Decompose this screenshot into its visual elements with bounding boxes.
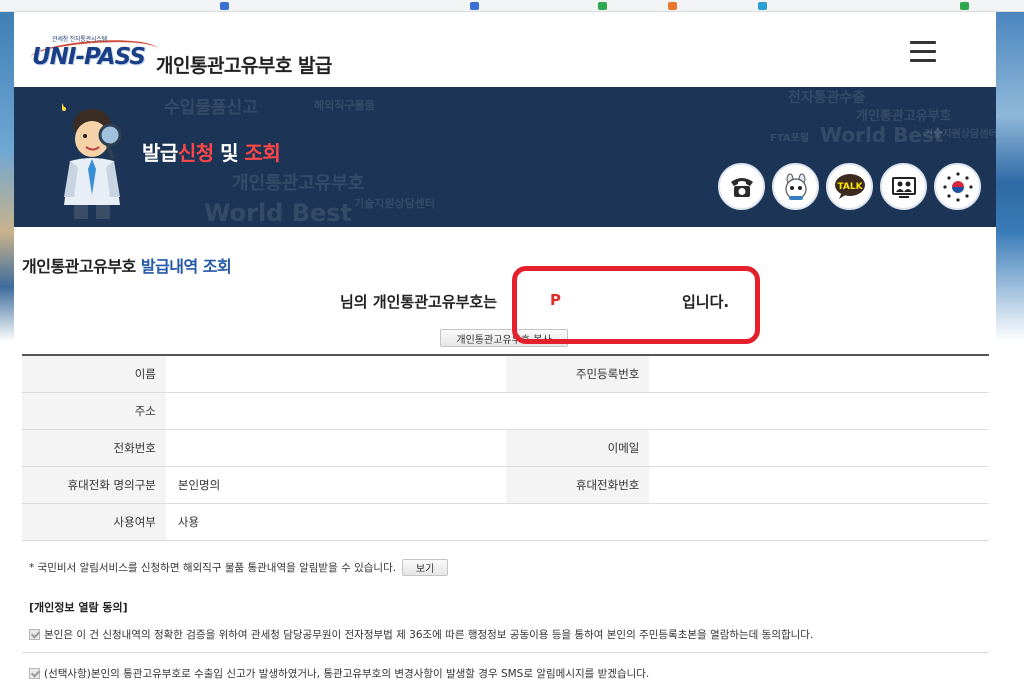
banner-watermark: 기술지원상담센터 [354,197,435,210]
banner-watermark: 해외직구물품 [314,99,375,112]
banner-watermark: 수입물품신고 [164,98,258,118]
table-row: 주소 [22,392,989,430]
mobile-type-value: 본인명의 [165,466,506,504]
customs-code-value[interactable]: P [550,291,561,309]
banner-title-part: 신청 [177,141,214,165]
applicant-info-table: 이름 주민등록번호 주소 전화번호 이메일 휴대전화 명의구분 본인명의 휴대전… [22,354,989,541]
bookmark-icon[interactable] [960,2,969,10]
banner-title: 발급신청 및 조회 [142,137,281,166]
background-right [996,12,1024,699]
background-left [0,12,14,699]
mobile-type-label: 휴대전화 명의구분 [22,466,166,504]
chatbot-icon[interactable] [772,163,819,210]
banner-title-part: 발급 [142,141,178,165]
phone-label: 전화번호 [22,429,166,467]
phone-value [165,429,506,467]
quick-icon-row: TALK [718,163,981,210]
banner-title-part: 조회 [244,141,281,165]
result-prefix: 님의 개인통관고유부호는 [340,293,498,311]
banner-watermark: 개인통관고유부호 [232,173,365,194]
table-row: 전화번호 이메일 [22,429,989,467]
address-label: 주소 [22,392,166,430]
notice-text: * 국민비서 알림서비스를 신청하면 해외직구 물품 통관내역을 알림받을 수 … [29,559,449,576]
table-row: 이름 주민등록번호 [22,355,989,393]
banner-watermark: World Best [204,199,353,227]
logo-subtitle: 관세청 전자통관시스템 [52,36,107,43]
video-icon[interactable] [880,163,927,210]
notice-message: * 국민비서 알림서비스를 신청하면 해외직구 물품 통관내역을 알림받을 수 … [29,562,397,574]
name-label: 이름 [22,355,166,393]
banner-watermark: 전자통관수출 [788,90,866,106]
talk-label: TALK [837,182,863,192]
banner-title-part: 및 [213,141,245,165]
bookmark-icon[interactable] [470,2,479,10]
logo-text: UNI-PASS [32,44,146,70]
bookmark-icon[interactable] [598,2,607,10]
section-title-plain: 개인통관고유부호 [22,257,141,276]
page: 관세청 전자통관시스템 UNI-PASS 개인통관고유부호 발급 수입물품신고 … [14,12,996,699]
address-value [165,392,989,430]
bookmark-icon[interactable] [668,2,677,10]
view-button[interactable]: 보기 [402,559,449,576]
sms-consent-checkbox[interactable] [29,668,40,679]
usage-label: 사용여부 [22,503,166,541]
consent-item-optional: (선택사항)본인의 통관고유부호로 수출입 신고가 발생하였거나, 통관고유부호… [29,666,649,681]
banner-watermark: 기술지원상담센터 [924,129,996,140]
mobile-value [649,466,989,504]
site-header: 관세청 전자통관시스템 UNI-PASS 개인통관고유부호 발급 [14,12,996,87]
kakao-talk-icon[interactable]: TALK [826,163,873,210]
result-message: 님의 개인통관고유부호는 P 입니다. [22,291,988,313]
rrn-value [649,355,989,393]
consent-checkbox[interactable] [29,629,40,640]
result-suffix: 입니다. [682,293,730,311]
mascot-character-icon [62,103,122,219]
bookmark-icon[interactable] [220,2,229,10]
phone-icon[interactable] [718,163,765,210]
table-row: 사용여부 사용 [22,503,989,541]
bookmark-icon[interactable] [758,2,767,10]
banner-watermark: 개인통관고유부호 [856,109,952,124]
section-title: 개인통관고유부호 발급내역 조회 [22,253,988,277]
hamburger-menu-icon[interactable] [910,41,936,63]
email-value [649,429,989,467]
mobile-label: 휴대전화번호 [505,466,650,504]
name-value [165,355,506,393]
consent-title: [개인정보 열람 동의] [29,601,128,614]
email-label: 이메일 [505,429,650,467]
table-row: 휴대전화 명의구분 본인명의 휴대전화번호 [22,466,989,504]
copy-code-button[interactable]: 개인통관고유부호 복사 [440,329,568,347]
main-content: 개인통관고유부호 발급내역 조회 님의 개인통관고유부호는 P 입니다. [14,253,996,313]
usage-value: 사용 [165,503,989,541]
page-title: 개인통관고유부호 발급 [156,55,332,77]
government-emblem-icon[interactable] [934,163,981,210]
consent-text: (선택사항)본인의 통관고유부호로 수출입 신고가 발생하였거나, 통관고유부호… [44,668,650,680]
rrn-label: 주민등록번호 [505,355,650,393]
hero-banner: 수입물품신고 해외직구물품 개인통관고유부호 전자통관수출 World Best… [14,87,996,227]
browser-bookmark-bar [0,0,1024,12]
consent-text: 본인은 이 건 신청내역의 정확한 검증을 위하여 관세청 담당공무원이 전자정… [44,629,814,641]
section-title-highlight: 발급내역 조회 [140,257,232,276]
banner-watermark: FTA포털 [770,133,810,144]
consent-item-required: 본인은 이 건 신청내역의 정확한 검증을 위하여 관세청 담당공무원이 전자정… [29,627,813,642]
divider [22,652,989,653]
